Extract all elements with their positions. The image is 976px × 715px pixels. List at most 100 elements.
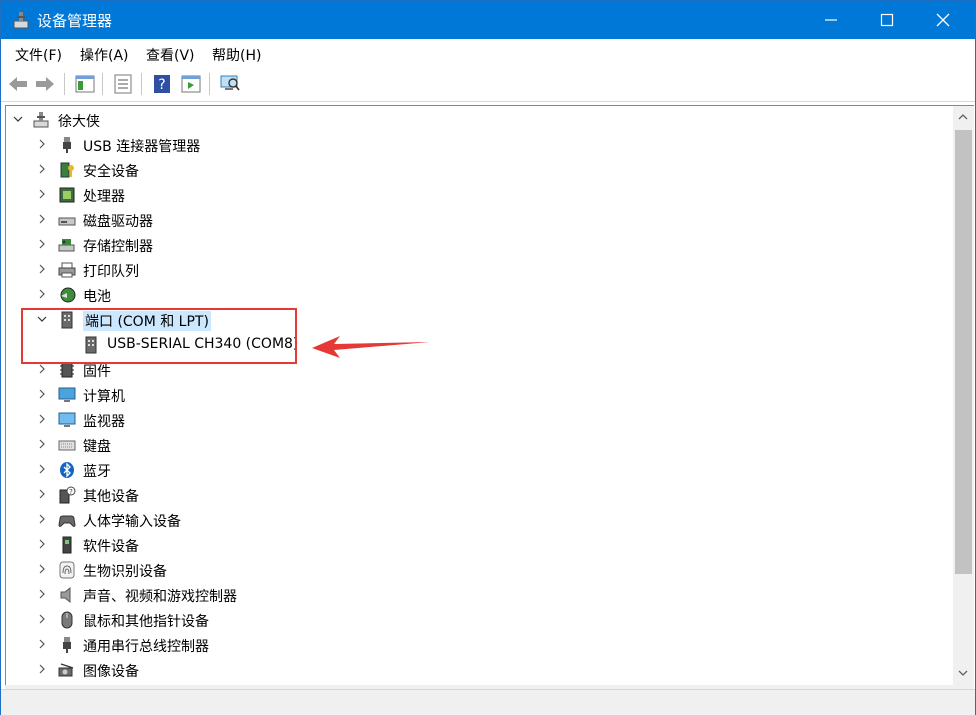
printer-icon	[58, 262, 76, 278]
tree-item-label: 人体学输入设备	[83, 514, 181, 530]
menu-file[interactable]: 文件(F)	[15, 45, 62, 65]
chevron-right-icon[interactable]	[37, 539, 47, 549]
window-title: 设备管理器	[37, 12, 113, 30]
help-icon[interactable]: ?	[151, 73, 173, 95]
tree-item-label: 生物识别设备	[83, 564, 167, 580]
tree-item-bluetooth[interactable]: 蓝牙	[6, 458, 946, 482]
chevron-right-icon[interactable]	[37, 389, 47, 399]
toolbar-separator	[102, 73, 103, 95]
tree-item-usb-connector-managers[interactable]: USB 连接器管理器	[6, 133, 946, 157]
software-device-icon	[62, 536, 72, 554]
security-key-icon	[60, 162, 74, 178]
tree-item-batteries[interactable]: 电池	[6, 283, 946, 307]
vertical-scrollbar[interactable]	[953, 105, 974, 686]
chevron-down-icon[interactable]	[13, 114, 23, 124]
toolbar-separator	[64, 73, 65, 95]
chevron-right-icon[interactable]	[37, 614, 47, 624]
back-arrow-icon[interactable]	[7, 73, 29, 95]
device-tree[interactable]: 徐大侠 USB 连接器管理器 安全设备 处理器 磁盘驱动器 存储控制器 打印队列…	[5, 105, 954, 687]
minimize-button[interactable]	[804, 1, 858, 39]
tree-item-mice-pointing-devices[interactable]: 鼠标和其他指针设备	[6, 608, 946, 632]
scan-hardware-icon[interactable]	[219, 73, 241, 95]
tree-item-label: 鼠标和其他指针设备	[83, 614, 209, 630]
usb-plug-icon	[63, 137, 71, 153]
tree-item-processors[interactable]: 处理器	[6, 183, 946, 207]
show-hide-console-tree-icon[interactable]	[74, 73, 96, 95]
tree-item-keyboards[interactable]: 键盘	[6, 433, 946, 457]
tree-item-human-interface-devices[interactable]: 人体学输入设备	[6, 508, 946, 532]
fingerprint-icon	[59, 561, 75, 579]
tree-item-label: 处理器	[83, 189, 125, 205]
computer-monitor-icon	[58, 387, 76, 402]
menu-view[interactable]: 查看(V)	[146, 45, 195, 65]
annotation-highlight-box	[21, 308, 297, 364]
title-bar[interactable]: 设备管理器	[1, 1, 975, 39]
chevron-right-icon[interactable]	[37, 564, 47, 574]
tree-item-imaging-devices[interactable]: 图像设备	[6, 658, 946, 682]
keyboard-icon	[58, 440, 76, 451]
chevron-right-icon[interactable]	[37, 664, 47, 674]
scroll-down-icon[interactable]	[958, 668, 968, 678]
chevron-right-icon[interactable]	[37, 289, 47, 299]
speaker-icon	[60, 586, 71, 604]
tree-item-biometric-devices[interactable]: 生物识别设备	[6, 558, 946, 582]
chevron-right-icon[interactable]	[37, 264, 47, 274]
toolbar: ?	[1, 67, 975, 102]
chevron-right-icon[interactable]	[37, 214, 47, 224]
camera-icon	[58, 663, 74, 677]
status-bar	[1, 689, 975, 715]
tree-item-label: USB 连接器管理器	[83, 139, 201, 155]
chevron-right-icon[interactable]	[37, 189, 47, 199]
chevron-right-icon[interactable]	[37, 514, 47, 524]
tree-item-label: 软件设备	[83, 539, 139, 555]
tree-item-sound-video-game-controllers[interactable]: 声音、视频和游戏控制器	[6, 583, 946, 607]
close-icon	[936, 13, 950, 27]
tree-item-storage-controllers[interactable]: 存储控制器	[6, 233, 946, 257]
gamepad-icon	[58, 515, 76, 527]
close-button[interactable]	[916, 1, 970, 39]
mouse-icon	[61, 611, 73, 629]
tree-root[interactable]: 徐大侠	[6, 108, 946, 132]
maximize-button[interactable]	[860, 1, 914, 39]
chevron-right-icon[interactable]	[37, 139, 47, 149]
tree-item-print-queues[interactable]: 打印队列	[6, 258, 946, 282]
chevron-right-icon[interactable]	[37, 414, 47, 424]
minimize-icon	[825, 19, 837, 21]
chevron-right-icon[interactable]	[37, 239, 47, 249]
chevron-right-icon[interactable]	[37, 464, 47, 474]
tree-item-label: 其他设备	[83, 489, 139, 505]
bluetooth-icon	[60, 462, 74, 478]
maximize-icon	[880, 13, 894, 27]
tree-item-disk-drives[interactable]: 磁盘驱动器	[6, 208, 946, 232]
tree-item-usb-controllers[interactable]: 通用串行总线控制器	[6, 633, 946, 657]
svg-text:?: ?	[158, 77, 165, 93]
forward-arrow-icon[interactable]	[34, 73, 56, 95]
toolbar-separator	[141, 73, 142, 95]
tree-item-label: 计算机	[83, 389, 125, 405]
tree-item-other-devices[interactable]: ? 其他设备	[6, 483, 946, 507]
chevron-right-icon[interactable]	[37, 164, 47, 174]
chevron-right-icon[interactable]	[37, 364, 47, 374]
scroll-up-icon[interactable]	[958, 112, 968, 122]
properties-icon[interactable]	[112, 73, 134, 95]
svg-text:?: ?	[69, 488, 73, 496]
tree-item-security-devices[interactable]: 安全设备	[6, 158, 946, 182]
menu-action[interactable]: 操作(A)	[80, 45, 129, 65]
computer-root-icon	[33, 112, 49, 128]
tree-item-label: 键盘	[83, 439, 111, 455]
storage-controller-icon	[58, 239, 75, 252]
chevron-right-icon[interactable]	[37, 439, 47, 449]
menu-help[interactable]: 帮助(H)	[212, 45, 261, 65]
chevron-right-icon[interactable]	[37, 639, 47, 649]
device-manager-icon	[13, 12, 29, 29]
scrollbar-thumb[interactable]	[955, 130, 972, 574]
tree-item-software-devices[interactable]: 软件设备	[6, 533, 946, 557]
tree-item-label: 打印队列	[83, 264, 139, 280]
tree-item-label: 图像设备	[83, 664, 139, 680]
tree-item-computer[interactable]: 计算机	[6, 383, 946, 407]
chevron-right-icon[interactable]	[37, 489, 47, 499]
action-pane-icon[interactable]	[180, 73, 202, 95]
tree-item-monitors[interactable]: 监视器	[6, 408, 946, 432]
processor-chip-icon	[59, 187, 75, 203]
chevron-right-icon[interactable]	[37, 589, 47, 599]
